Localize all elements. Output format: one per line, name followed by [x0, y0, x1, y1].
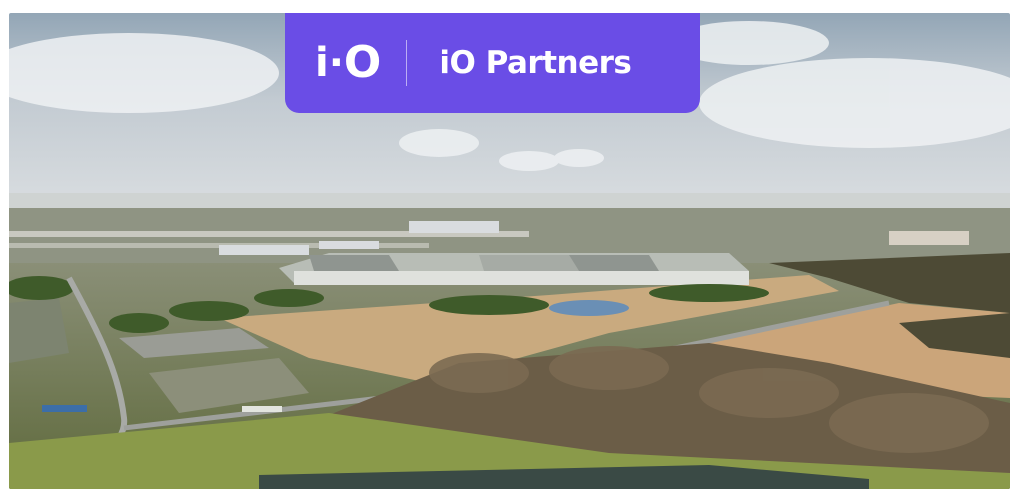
logo-letter-i: i: [315, 40, 329, 86]
field-left: [9, 298, 69, 363]
pond: [549, 300, 629, 316]
village: [889, 231, 969, 245]
io-logo-icon: i · O: [315, 37, 381, 88]
logo-letter-o: O: [343, 37, 381, 88]
banner-divider: [406, 40, 408, 86]
brand-banner: i · O iO Partners: [285, 13, 700, 113]
logo-dot: ·: [328, 40, 344, 86]
warehouse: [279, 253, 749, 285]
brand-name: iO Partners: [439, 45, 632, 81]
